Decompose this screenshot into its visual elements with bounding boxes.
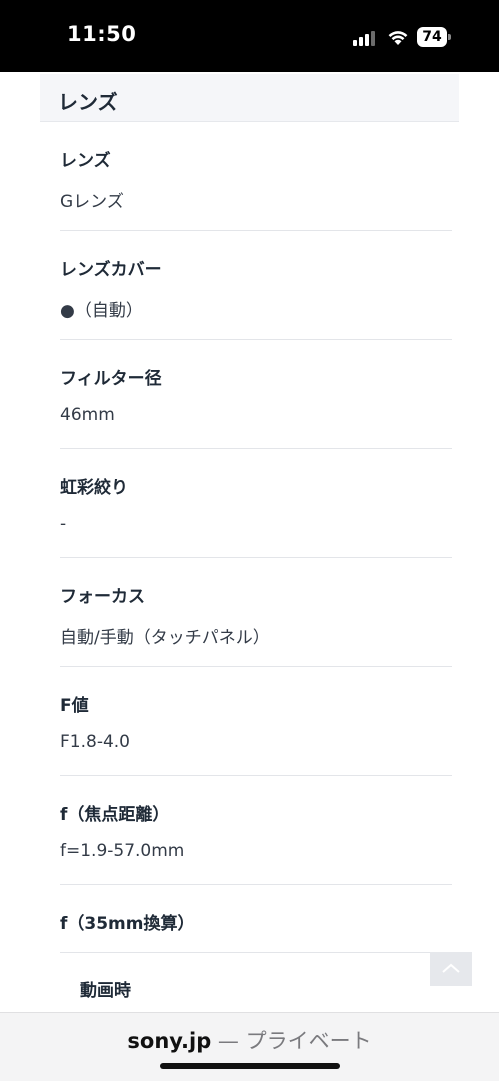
spec-row-f-number: F値 F1.8-4.0 — [60, 667, 452, 776]
spec-list: レンズ Gレンズ レンズカバー ●（自動） フィルター径 46mm 虹彩絞り -… — [60, 122, 452, 953]
home-indicator[interactable] — [160, 1063, 340, 1069]
battery-level: 74 — [417, 27, 447, 47]
spec-value: ●（自動） — [60, 301, 143, 321]
spec-value: - — [60, 514, 67, 534]
spec-label: フィルター径 — [60, 369, 162, 389]
section-title: レンズ — [58, 90, 118, 114]
spec-row-lens-cover: レンズカバー ●（自動） — [60, 231, 452, 340]
scroll-to-top-button[interactable] — [430, 952, 472, 986]
spec-label: f（35mm換算） — [60, 914, 195, 934]
private-mode-label: プライベート — [245, 1029, 372, 1053]
spec-label: フォーカス — [60, 587, 145, 607]
spec-row-lens: レンズ Gレンズ — [60, 122, 452, 231]
url-separator: — — [211, 1029, 246, 1053]
spec-row-filter-diameter: フィルター径 46mm — [60, 340, 452, 449]
sub-spec-label: 動画時 — [80, 981, 131, 1001]
section-header: レンズ — [40, 74, 459, 122]
spec-row-focal-length: f（焦点距離） f=1.9-57.0mm — [60, 776, 452, 885]
spec-row-iris: 虹彩絞り - — [60, 449, 452, 558]
status-bar: 11:50 74 — [0, 0, 499, 72]
status-time: 11:50 — [67, 22, 137, 46]
url-domain: sony.jp — [127, 1029, 212, 1053]
spec-label: 虹彩絞り — [60, 478, 128, 498]
url-display[interactable]: sony.jp — プライベート — [0, 1025, 499, 1055]
spec-label: レンズ — [60, 151, 111, 171]
battery-icon: 74 — [417, 27, 451, 47]
spec-value: 46mm — [60, 405, 115, 425]
wifi-icon — [386, 27, 410, 47]
spec-value: Gレンズ — [60, 192, 124, 212]
spec-label: f（焦点距離） — [60, 805, 170, 825]
spec-label: レンズカバー — [60, 260, 162, 280]
cellular-signal-icon — [353, 30, 377, 46]
spec-row-35mm-equivalent: f（35mm換算） — [60, 885, 452, 953]
browser-address-bar[interactable]: sony.jp — プライベート — [0, 1012, 499, 1081]
spec-value: 自動/手動（タッチパネル） — [60, 628, 270, 648]
spec-value: F1.8-4.0 — [60, 732, 130, 752]
spec-label: F値 — [60, 696, 89, 716]
spec-value: f=1.9-57.0mm — [60, 841, 185, 861]
divider — [60, 952, 452, 953]
chevron-up-icon — [442, 963, 460, 973]
spec-row-focus: フォーカス 自動/手動（タッチパネル） — [60, 558, 452, 667]
